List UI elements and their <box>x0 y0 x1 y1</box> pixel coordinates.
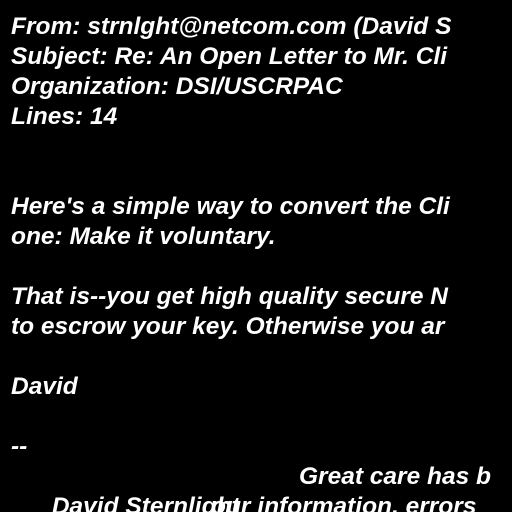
paragraph-2-line-2: to escrow your key. Otherwise you ar <box>11 313 445 340</box>
signature-disclaimer-1: Great care has b <box>299 463 492 490</box>
paragraph-2-line-1: That is--you get high quality secure N <box>11 283 448 310</box>
message-body: From: strnlght@netcom.com (David S Subje… <box>11 12 512 512</box>
header-from: From: strnlght@netcom.com (David S <box>11 13 452 40</box>
message-screen: From: strnlght@netcom.com (David S Subje… <box>0 0 512 512</box>
signature-row-2: our information, errors <box>11 492 512 512</box>
signature-row: David Sternlight Great care has b <box>11 462 512 512</box>
signoff: David <box>11 373 78 400</box>
signature-disclaimer-2: our information, errors <box>211 493 477 512</box>
header-lines: Lines: 14 <box>11 103 118 130</box>
paragraph-1-line-1: Here's a simple way to convert the Cli <box>11 193 450 220</box>
header-organization: Organization: DSI/USCRPAC <box>11 73 343 100</box>
paragraph-1-line-2: one: Make it voluntary. <box>11 223 276 250</box>
header-subject: Subject: Re: An Open Letter to Mr. Cli <box>11 43 448 70</box>
signature-separator: -- <box>11 433 28 460</box>
